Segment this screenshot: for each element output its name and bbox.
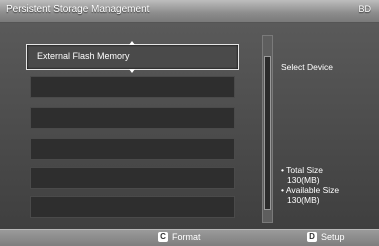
format-label: Format bbox=[172, 232, 201, 242]
d-key-icon: D bbox=[307, 232, 317, 242]
setup-label: Setup bbox=[321, 232, 345, 242]
list-item-empty[interactable] bbox=[30, 196, 235, 218]
storage-device-list: External Flash Memory bbox=[18, 41, 242, 225]
select-device-label: Select Device bbox=[281, 62, 333, 72]
list-item-external-flash-memory[interactable]: External Flash Memory bbox=[26, 44, 239, 70]
total-size-label: • Total Size bbox=[281, 165, 324, 175]
scroll-up-indicator-icon bbox=[129, 41, 135, 45]
total-size-value: 130(MB) bbox=[287, 175, 320, 185]
list-item-empty[interactable] bbox=[30, 76, 235, 98]
scrollbar[interactable] bbox=[262, 35, 273, 223]
device-info-panel: Select Device • Total Size 130(MB) • Ava… bbox=[281, 23, 379, 229]
c-key-icon: C bbox=[158, 232, 168, 242]
list-item-empty[interactable] bbox=[30, 138, 235, 160]
available-size-label: • Available Size bbox=[281, 185, 340, 195]
size-info: • Total Size 130(MB) • Available Size 13… bbox=[281, 165, 339, 205]
page-title: Persistent Storage Management bbox=[6, 4, 150, 15]
list-item-label: External Flash Memory bbox=[37, 51, 130, 61]
brand-label: BD bbox=[358, 4, 371, 14]
scroll-down-indicator-icon bbox=[129, 69, 135, 73]
footer-bar: C Format D Setup bbox=[0, 229, 379, 246]
available-size-value: 130(MB) bbox=[287, 195, 320, 205]
title-bar: Persistent Storage Management BD bbox=[0, 0, 379, 23]
setup-button[interactable]: D Setup bbox=[307, 232, 345, 242]
scrollbar-thumb[interactable] bbox=[264, 56, 271, 210]
list-item-empty[interactable] bbox=[30, 107, 235, 129]
main-panel: External Flash Memory Select Device • To… bbox=[0, 23, 379, 229]
list-item-empty[interactable] bbox=[30, 167, 235, 189]
format-button[interactable]: C Format bbox=[158, 232, 201, 242]
